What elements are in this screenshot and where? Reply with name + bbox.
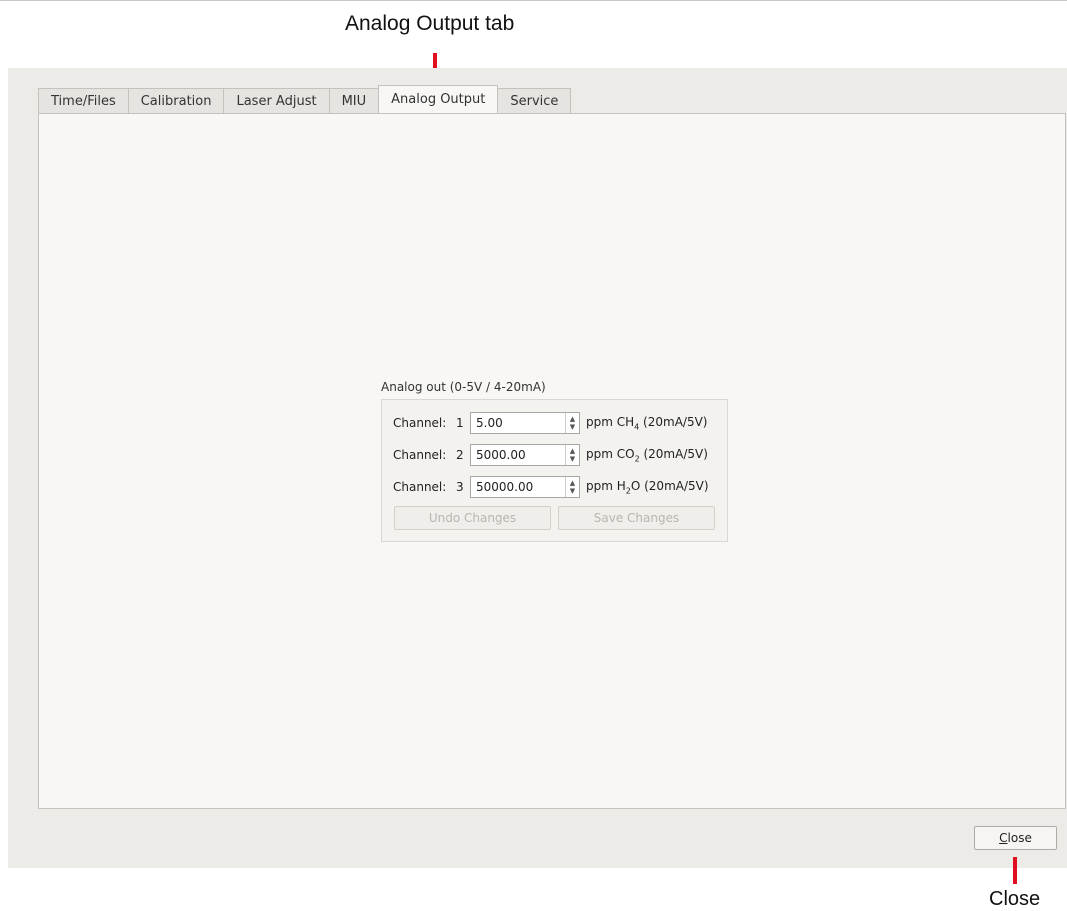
save-changes-button[interactable]: Save Changes (558, 506, 715, 530)
spin-up-icon[interactable]: ▲ (570, 415, 575, 423)
spin-arrows[interactable]: ▲ ▼ (565, 477, 579, 497)
tab-label: Service (510, 93, 559, 109)
analog-output-tab-callout: Analog Output tab (345, 12, 515, 35)
channel-label: Channel: (393, 416, 447, 430)
tab-label: MIU (341, 93, 367, 109)
tab-label: Calibration (140, 93, 212, 109)
close-callout: Close (989, 888, 1041, 910)
channel-2-unit: ppm CO2 (20mA/5V) (586, 446, 708, 464)
analog-output-group: Channel: 1 ▲ ▼ ppm CH4 (20mA/5V) Channel… (381, 399, 728, 542)
tab-time-files[interactable]: Time/Files (38, 88, 129, 113)
tab-calibration[interactable]: Calibration (127, 88, 225, 113)
close-mnemonic: C (999, 831, 1008, 845)
channel-number: 2 (456, 448, 464, 462)
settings-window: Time/Files Calibration Laser Adjust MIU … (8, 68, 1067, 868)
undo-changes-button[interactable]: Undo Changes (394, 506, 551, 530)
channel-number: 3 (456, 480, 464, 494)
channel-number: 1 (456, 416, 464, 430)
channel-label: Channel: (393, 448, 447, 462)
close-button[interactable]: Close (974, 826, 1057, 850)
spin-up-icon[interactable]: ▲ (570, 447, 575, 455)
tab-miu[interactable]: MIU (328, 88, 380, 113)
spin-down-icon[interactable]: ▼ (570, 487, 575, 495)
tab-content-panel: Analog out (0-5V / 4-20mA) Channel: 1 ▲ … (38, 113, 1066, 809)
tab-analog-output[interactable]: Analog Output (378, 85, 499, 113)
channel-2-value-input[interactable] (471, 445, 573, 465)
top-divider (0, 0, 1067, 1)
channel-3-unit: ppm H2O (20mA/5V) (586, 478, 709, 496)
channel-3-spinbox[interactable]: ▲ ▼ (470, 476, 580, 498)
close-callout-marker (1013, 857, 1017, 884)
spin-up-icon[interactable]: ▲ (570, 479, 575, 487)
tab-label: Laser Adjust (236, 93, 317, 109)
tab-label: Analog Output (391, 92, 486, 107)
channel-2-spinbox[interactable]: ▲ ▼ (470, 444, 580, 466)
tab-label: Time/Files (51, 93, 116, 109)
spin-down-icon[interactable]: ▼ (570, 423, 575, 431)
channel-1-spinbox[interactable]: ▲ ▼ (470, 412, 580, 434)
tab-bar: Time/Files Calibration Laser Adjust MIU … (38, 85, 572, 113)
channel-1-unit: ppm CH4 (20mA/5V) (586, 414, 708, 432)
close-label: lose (1007, 831, 1032, 845)
channel-3-value-input[interactable] (471, 477, 573, 497)
channel-1-value-input[interactable] (471, 413, 573, 433)
channel-label: Channel: (393, 480, 447, 494)
analog-group-title: Analog out (0-5V / 4-20mA) (381, 380, 546, 394)
spin-arrows[interactable]: ▲ ▼ (565, 413, 579, 433)
tab-laser-adjust[interactable]: Laser Adjust (223, 88, 330, 113)
spin-arrows[interactable]: ▲ ▼ (565, 445, 579, 465)
spin-down-icon[interactable]: ▼ (570, 455, 575, 463)
tab-service[interactable]: Service (497, 88, 572, 113)
